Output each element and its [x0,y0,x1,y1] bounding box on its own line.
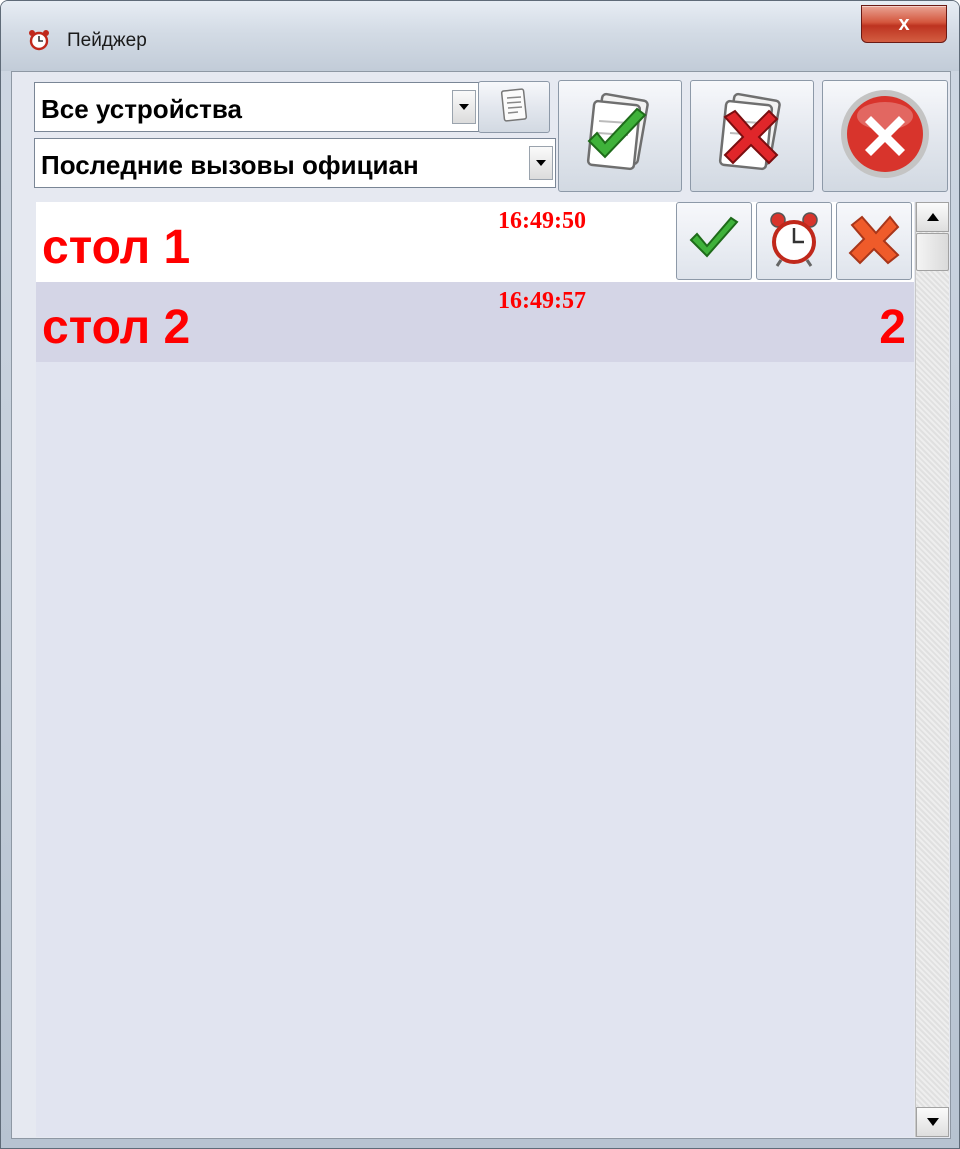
check-icon [687,212,741,271]
accept-all-icon [575,89,665,184]
scrollbar-thumb[interactable] [916,233,949,271]
vertical-scrollbar[interactable] [915,202,949,1137]
confirm-call-button[interactable] [676,202,752,280]
list-item[interactable]: стол 1 16:49:50 [36,202,914,282]
scroll-up-button[interactable] [916,202,949,232]
close-circle-icon [837,86,933,187]
snooze-call-button[interactable] [756,202,832,280]
window-close-button[interactable]: x [861,5,947,43]
notes-icon [494,85,534,130]
chevron-down-icon[interactable] [452,90,476,124]
call-title: стол 1 [42,221,191,274]
list-item[interactable]: стол 2 16:49:57 2 [36,282,914,362]
window-title: Пейджер [67,30,147,51]
reject-all-button[interactable] [690,80,814,192]
alarm-clock-icon [767,210,821,273]
calls-list[interactable]: стол 1 16:49:50 стол 2 16:49:57 2 [36,202,914,1137]
scroll-down-button[interactable] [916,1107,949,1137]
notes-button[interactable] [478,81,550,133]
call-count: 2 [879,301,906,354]
call-time: 16:49:50 [498,208,586,234]
close-button[interactable] [822,80,948,192]
device-select[interactable]: Все устройства [34,82,479,132]
call-title: стол 2 [42,301,191,354]
reject-all-icon [707,89,797,184]
filter-select-value: Последние вызовы официан [41,150,419,180]
accept-all-button[interactable] [558,80,682,192]
filter-select[interactable]: Последние вызовы официан [34,138,556,188]
chevron-down-icon[interactable] [529,146,553,180]
device-select-value: Все устройства [41,94,242,124]
dismiss-call-button[interactable] [836,202,912,280]
alarm-clock-icon [27,28,51,52]
call-time: 16:49:57 [498,288,586,314]
title-bar[interactable]: Пейджер x [1,1,959,71]
client-area: Все устройства Последние вызовы официан [11,71,951,1139]
pager-window: Пейджер x Все устройства Последние вызов… [0,0,960,1149]
cross-icon [846,211,902,272]
